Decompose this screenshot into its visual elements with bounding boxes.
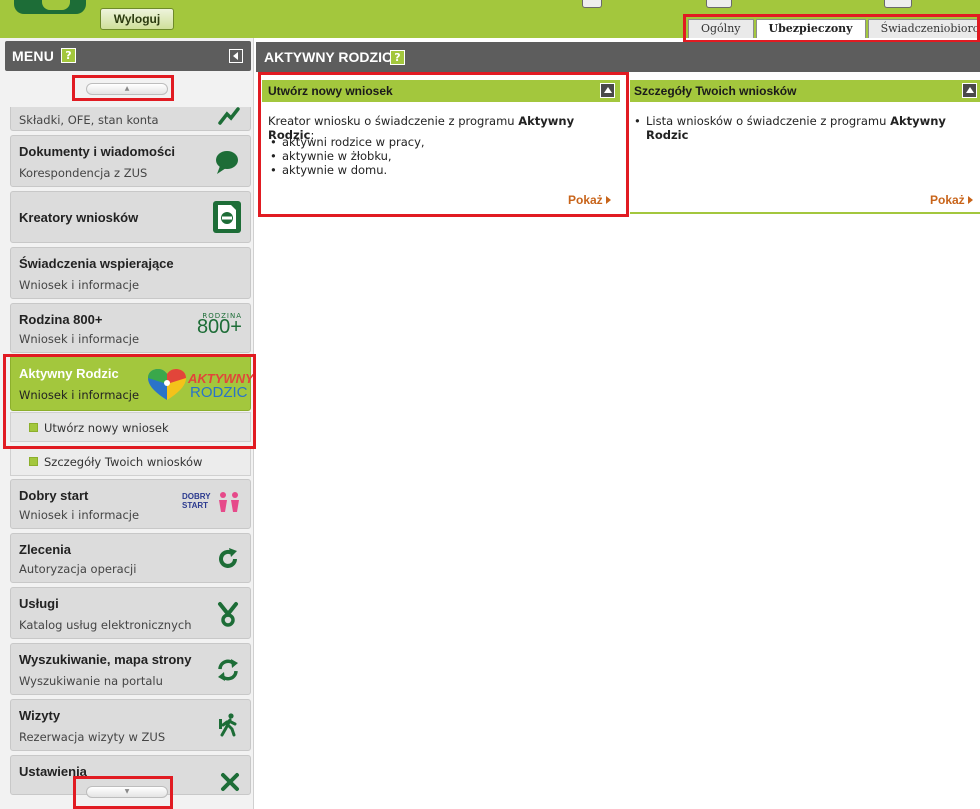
sidebar-item-aktywny-rodzic[interactable]: Aktywny Rodzic Wniosek i informacje AKTY… (10, 355, 253, 411)
panel-title: Utwórz nowy wniosek (268, 84, 393, 98)
collapse-sidebar-icon[interactable] (229, 49, 243, 63)
sidebar-item-dobry-start[interactable]: Dobry start Wniosek i informacje DOBRY S… (10, 479, 251, 529)
puzzle-heart-icon (148, 369, 186, 400)
sidebar-item-title: Ustawienia (19, 764, 87, 779)
panel-bullet-list: aktywni rodzice w pracy, aktywnie w żłob… (270, 135, 610, 177)
top-bar: Wyloguj Ogólny Ubezpieczony Świadczeniob… (0, 0, 980, 38)
sidebar-item-subtitle: Wyszukiwanie na portalu (19, 674, 163, 688)
sidebar-item-skladki[interactable]: Składki, OFE, stan konta (10, 107, 251, 131)
tab-ogolny[interactable]: Ogólny (688, 19, 754, 38)
sidebar-item-dokumenty[interactable]: Dokumenty i wiadomości Korespondencja z … (10, 135, 251, 187)
sidebar-header: MENU ? (5, 41, 251, 71)
sidebar-item-subtitle: Autoryzacja operacji (19, 562, 137, 576)
sidebar-item-kreatory[interactable]: Kreatory wniosków (10, 191, 251, 243)
sidebar-item-subtitle: Korespondencja z ZUS (19, 166, 148, 180)
show-link[interactable]: Pokaż (568, 193, 611, 207)
logo-big-text: 800+ (196, 316, 242, 338)
rodzina-800-logo: RODZINA 800+ (182, 312, 242, 342)
document-form-icon (213, 201, 241, 233)
collapse-panel-icon[interactable] (600, 83, 615, 98)
role-tabs: Ogólny Ubezpieczony Świadczeniobiorca (688, 19, 980, 38)
arrow-right-icon (605, 196, 611, 204)
aktywny-rodzic-logo: AKTYWNY RODZIC (146, 366, 253, 402)
logo-mark (42, 0, 70, 10)
sidebar-item-title: Rodzina 800+ (19, 312, 103, 327)
sidebar-item-title: Wizyty (19, 708, 61, 723)
app-root: Wyloguj Ogólny Ubezpieczony Świadczeniob… (0, 0, 980, 809)
tab-ubezpieczony[interactable]: Ubezpieczony (755, 19, 866, 38)
sidebar-item-subtitle: Wniosek i informacje (19, 508, 140, 522)
list-item: aktywnie w żłobku, (270, 149, 610, 163)
list-item: aktywni rodzice w pracy, (270, 135, 610, 149)
bullet-square-icon (29, 423, 38, 432)
scroll-up-button[interactable]: ▲ (86, 83, 168, 95)
sidebar-item-title: Wyszukiwanie, mapa strony (19, 652, 192, 667)
sidebar-subitem-label: Szczegóły Twoich wniosków (44, 455, 203, 469)
scroll-down-button[interactable]: ▼ (86, 786, 168, 798)
sidebar-item-title: Dokumenty i wiadomości (19, 144, 176, 159)
list-item-text: Lista wniosków o świadczenie z programu (646, 114, 891, 128)
list-item: aktywnie w domu. (270, 163, 610, 177)
sidebar-subitem-utworz[interactable]: Utwórz nowy wniosek (10, 412, 251, 442)
sidebar-item-swiadczenia[interactable]: Świadczenia wspierające Wniosek i inform… (10, 247, 251, 299)
panel-utworz-wniosek: Utwórz nowy wniosek Kreator wniosku o św… (262, 80, 620, 210)
sidebar-item-subtitle: Wniosek i informacje (19, 278, 140, 292)
sidebar-item-rodzina[interactable]: Rodzina 800+ Wniosek i informacje RODZIN… (10, 303, 251, 353)
dobry-start-logo: DOBRY START (182, 490, 242, 520)
zus-logo[interactable] (14, 0, 86, 14)
list-item: Lista wniosków o świadczenie z programu … (634, 114, 964, 142)
bullet-square-icon (29, 457, 38, 466)
show-link-label: Pokaż (930, 193, 965, 207)
sidebar-item-zlecenia[interactable]: Zlecenia Autoryzacja operacji (10, 533, 251, 583)
sidebar-item-title: Aktywny Rodzic (19, 366, 119, 381)
tab-swiadczeniobiorca[interactable]: Świadczeniobiorca (867, 19, 980, 38)
sidebar-item-subtitle: Wniosek i informacje (19, 388, 140, 402)
content-header: AKTYWNY RODZIC ? (256, 42, 980, 72)
sidebar-item-title: Świadczenia wspierające (19, 256, 174, 271)
panel-title: Szczegóły Twoich wniosków (634, 84, 797, 98)
top-control-stub[interactable] (582, 0, 602, 8)
sidebar-item-subtitle: Rezerwacja wizyty w ZUS (19, 730, 166, 744)
sidebar-item-title: Dobry start (19, 488, 89, 503)
sidebar-item-title: Usługi (19, 596, 59, 611)
walking-person-icon (219, 713, 237, 737)
children-figures-icon (219, 492, 239, 512)
sidebar-title: MENU (12, 48, 55, 64)
refresh-arrow-icon (219, 548, 237, 568)
page-title: AKTYWNY RODZIC (264, 49, 393, 65)
arrow-right-icon (967, 196, 973, 204)
panel-header: Utwórz nowy wniosek (262, 80, 620, 102)
sidebar-subitem-szczegoly[interactable]: Szczegóły Twoich wniosków (10, 446, 251, 476)
sidebar-item-subtitle: Składki, OFE, stan konta (19, 113, 159, 127)
show-link[interactable]: Pokaż (930, 193, 973, 207)
sidebar-item-wyszukiwanie[interactable]: Wyszukiwanie, mapa strony Wyszukiwanie n… (10, 643, 251, 695)
sidebar-item-title: Kreatory wniosków (19, 210, 139, 225)
help-icon[interactable]: ? (390, 50, 405, 65)
sidebar-item-wizyty[interactable]: Wizyty Rezerwacja wizyty w ZUS (10, 699, 251, 751)
logo-line2: START (182, 501, 209, 510)
panel-szczegoly-wnioskow: Szczegóły Twoich wniosków Lista wniosków… (630, 80, 980, 214)
sidebar-subitem-label: Utwórz nowy wniosek (44, 421, 169, 435)
chart-trend-icon (218, 107, 240, 125)
panel-bullet-list: Lista wniosków o świadczenie z programu … (634, 114, 964, 142)
logout-button[interactable]: Wyloguj (100, 8, 174, 30)
sidebar-item-subtitle: Wniosek i informacje (19, 332, 140, 346)
speech-bubble-icon (216, 151, 238, 174)
panel-intro-text: Kreator wniosku o świadczenie z programu (268, 114, 519, 128)
collapse-panel-icon[interactable] (962, 83, 977, 98)
show-link-label: Pokaż (568, 193, 603, 207)
logo-line1: DOBRY (182, 492, 211, 501)
sidebar: MENU ? ▲ Składki, OFE, stan konta Dokume… (0, 38, 254, 809)
panel-header: Szczegóły Twoich wniosków (630, 80, 980, 102)
sync-arrows-icon (218, 659, 238, 681)
logo-line2: RODZIC (190, 384, 248, 401)
sidebar-item-title: Zlecenia (19, 542, 72, 557)
top-control-stub[interactable] (706, 0, 732, 8)
help-icon[interactable]: ? (61, 48, 76, 63)
sidebar-item-subtitle: Katalog usług elektronicznych (19, 618, 192, 632)
sidebar-item-uslugi[interactable]: Usługi Katalog usług elektronicznych (10, 587, 251, 639)
top-control-stub[interactable] (884, 0, 912, 8)
services-branch-icon (218, 602, 238, 627)
settings-icon (221, 773, 239, 791)
